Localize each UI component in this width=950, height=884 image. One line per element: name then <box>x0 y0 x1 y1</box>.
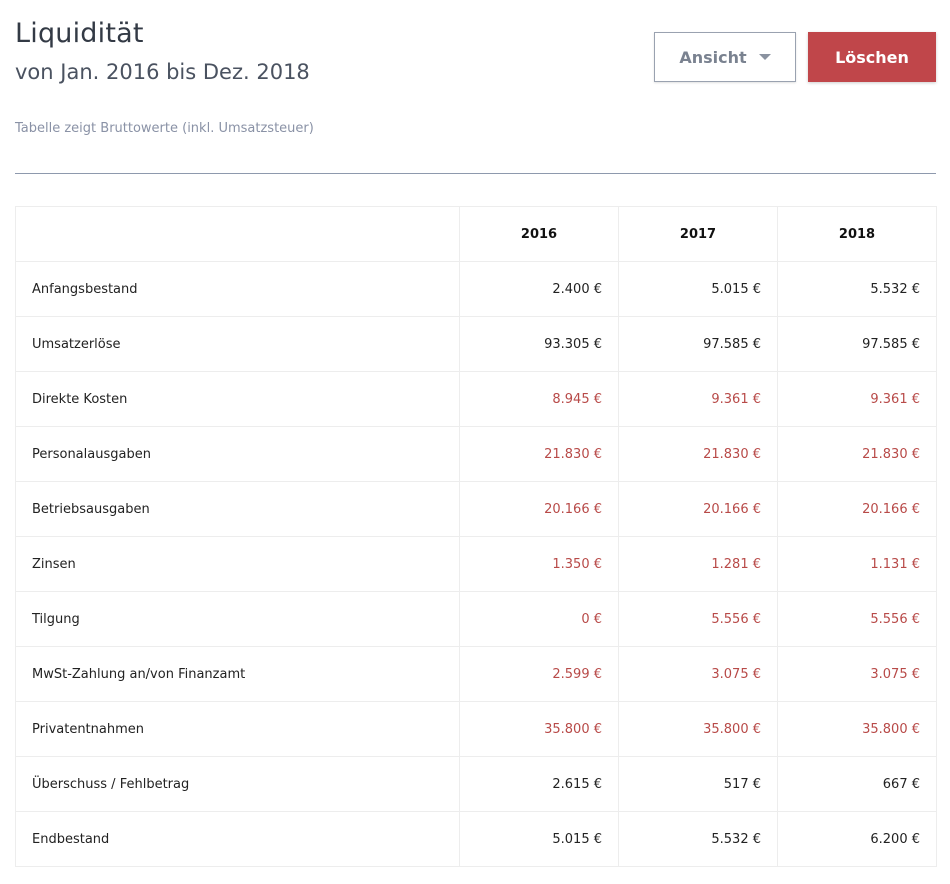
liquidity-table: 2016 2017 2018 Anfangsbestand 2.400 €5.01… <box>15 206 937 867</box>
value-cell-2016: 0 € <box>459 591 619 647</box>
value-cell-2016: 20.166 € <box>459 481 619 537</box>
value-cell-2018: 667 € <box>777 756 937 812</box>
column-header-label <box>15 206 460 262</box>
row-label: Direkte Kosten <box>15 371 460 427</box>
row-label: Privatentnahmen <box>15 701 460 757</box>
row-label: Endbestand <box>15 811 460 867</box>
value-cell-2017: 517 € <box>618 756 778 812</box>
row-label: Betriebsausgaben <box>15 481 460 537</box>
value-cell-2018: 6.200 € <box>777 811 937 867</box>
value-cell-2018: 9.361 € <box>777 371 937 427</box>
value-cell-2016: 93.305 € <box>459 316 619 372</box>
table-row: MwSt-Zahlung an/von Finanzamt 2.599 €3.07… <box>15 646 937 702</box>
table-row: Betriebsausgaben 20.166 €20.166 €20.166 € <box>15 481 937 537</box>
value-cell-2017: 5.015 € <box>618 261 778 317</box>
header-divider <box>15 173 936 174</box>
column-header-2018: 2018 <box>777 206 937 262</box>
value-cell-2018: 35.800 € <box>777 701 937 757</box>
value-cell-2018: 20.166 € <box>777 481 937 537</box>
row-label: Umsatzerlöse <box>15 316 460 372</box>
row-label: Zinsen <box>15 536 460 592</box>
row-label: Personalausgaben <box>15 426 460 482</box>
value-cell-2017: 5.532 € <box>618 811 778 867</box>
delete-button[interactable]: Löschen <box>808 32 936 82</box>
value-cell-2016: 21.830 € <box>459 426 619 482</box>
view-button-label: Ansicht <box>679 47 747 67</box>
table-row: Zinsen 1.350 €1.281 €1.131 € <box>15 536 937 592</box>
row-label: Anfangsbestand <box>15 261 460 317</box>
view-dropdown-button[interactable]: Ansicht <box>654 32 796 82</box>
value-cell-2016: 5.015 € <box>459 811 619 867</box>
table-row: Endbestand 5.015 €5.532 €6.200 € <box>15 811 937 867</box>
value-cell-2016: 2.615 € <box>459 756 619 812</box>
value-cell-2017: 97.585 € <box>618 316 778 372</box>
value-cell-2017: 1.281 € <box>618 536 778 592</box>
delete-button-label: Löschen <box>835 47 909 67</box>
caret-down-icon <box>758 54 771 60</box>
value-cell-2017: 3.075 € <box>618 646 778 702</box>
table-header-row: 2016 2017 2018 <box>15 206 937 262</box>
row-label: Tilgung <box>15 591 460 647</box>
page-title: Liquidität <box>15 18 144 49</box>
value-cell-2016: 35.800 € <box>459 701 619 757</box>
value-cell-2017: 9.361 € <box>618 371 778 427</box>
value-cell-2016: 8.945 € <box>459 371 619 427</box>
value-cell-2017: 5.556 € <box>618 591 778 647</box>
table-row: Umsatzerlöse 93.305 €97.585 €97.585 € <box>15 316 937 372</box>
column-header-2017: 2017 <box>618 206 778 262</box>
value-cell-2018: 97.585 € <box>777 316 937 372</box>
table-row: Anfangsbestand 2.400 €5.015 €5.532 € <box>15 261 937 317</box>
value-cell-2016: 1.350 € <box>459 536 619 592</box>
value-cell-2016: 2.400 € <box>459 261 619 317</box>
row-label: MwSt-Zahlung an/von Finanzamt <box>15 646 460 702</box>
value-cell-2017: 35.800 € <box>618 701 778 757</box>
column-header-2016: 2016 <box>459 206 619 262</box>
value-cell-2017: 21.830 € <box>618 426 778 482</box>
value-cell-2018: 5.556 € <box>777 591 937 647</box>
gross-values-note: Tabelle zeigt Bruttowerte (inkl. Umsatzs… <box>15 121 314 136</box>
table-row: Tilgung 0 €5.556 €5.556 € <box>15 591 937 647</box>
value-cell-2017: 20.166 € <box>618 481 778 537</box>
value-cell-2018: 3.075 € <box>777 646 937 702</box>
page-subtitle: von Jan. 2016 bis Dez. 2018 <box>15 60 310 84</box>
value-cell-2016: 2.599 € <box>459 646 619 702</box>
table-row: Privatentnahmen 35.800 €35.800 €35.800 € <box>15 701 937 757</box>
table-row: Direkte Kosten 8.945 €9.361 €9.361 € <box>15 371 937 427</box>
value-cell-2018: 21.830 € <box>777 426 937 482</box>
row-label: Überschuss / Fehlbetrag <box>15 756 460 812</box>
table-row: Überschuss / Fehlbetrag 2.615 €517 €667 € <box>15 756 937 812</box>
table-row: Personalausgaben 21.830 €21.830 €21.830 € <box>15 426 937 482</box>
value-cell-2018: 5.532 € <box>777 261 937 317</box>
value-cell-2018: 1.131 € <box>777 536 937 592</box>
